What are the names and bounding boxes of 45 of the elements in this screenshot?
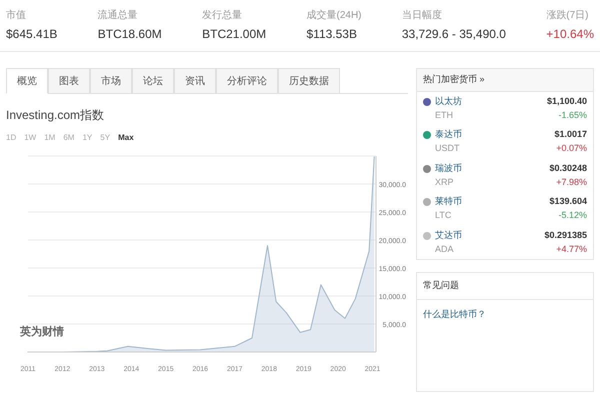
coin-change: +0.07%: [556, 142, 587, 155]
tab[interactable]: 论坛: [132, 68, 174, 94]
coin-name-link[interactable]: 瑞波币: [435, 162, 462, 176]
coin-symbol: ADA: [434, 242, 455, 256]
coin-price: $0.291385: [544, 228, 587, 242]
range-link[interactable]: Max: [118, 132, 134, 144]
stat-label: 涨跌(7日): [546, 8, 590, 23]
coin-name-link[interactable]: 莱特币: [435, 195, 462, 209]
chart-logo: 英为财情: [20, 324, 64, 340]
tab[interactable]: 概览: [6, 68, 48, 94]
tab[interactable]: 市场: [90, 68, 132, 94]
coin-name-link[interactable]: 艾达币: [435, 228, 462, 242]
coin-change: +7.98%: [556, 176, 587, 188]
tab[interactable]: 资讯: [174, 68, 216, 94]
coin-change: -5.12%: [558, 209, 587, 222]
coin-price: $139.604: [549, 195, 587, 208]
faq-link[interactable]: 什么是比特币？: [417, 300, 593, 321]
chart-title: Investing.com指数: [6, 107, 106, 124]
panel-header: 热门加密货币 »: [417, 69, 593, 92]
tab[interactable]: 分析评论: [216, 68, 278, 94]
stat-label: 流通总量: [98, 8, 139, 23]
coin-symbol: XRP: [434, 176, 455, 188]
tab[interactable]: 历史数据: [278, 68, 340, 94]
coin-change: +4.77%: [556, 242, 587, 256]
coin-price: $1.0017: [554, 128, 587, 141]
stat-value: 33,729.6 - 35,490.0: [402, 26, 506, 43]
stat-value: BTC21.00M: [202, 26, 266, 43]
coin-symbol: LTC: [434, 209, 452, 222]
stat-label: 当日幅度: [402, 8, 443, 23]
coin-name-link[interactable]: 以太坊: [435, 94, 462, 108]
stat-value: +10.64%: [546, 26, 594, 43]
stat-value: $113.53B: [306, 26, 358, 43]
stat-label: 市值: [6, 8, 27, 23]
coin-name-link[interactable]: 泰达币: [435, 128, 462, 142]
stat-value: BTC18.60M: [98, 26, 162, 43]
coin-change: -1.65%: [558, 108, 587, 122]
coin-symbol: USDT: [434, 142, 460, 155]
panel-header: 常见问题: [417, 273, 593, 300]
coin-symbol: ETH: [434, 108, 454, 122]
tab[interactable]: 图表: [48, 68, 90, 94]
stat-value: $645.41B: [6, 26, 58, 43]
coin-price: $1,100.40: [546, 94, 587, 108]
stat-label: 成交量(24H): [306, 8, 362, 23]
coin-price: $0.30248: [549, 162, 587, 174]
stat-label: 发行总量: [202, 8, 244, 23]
